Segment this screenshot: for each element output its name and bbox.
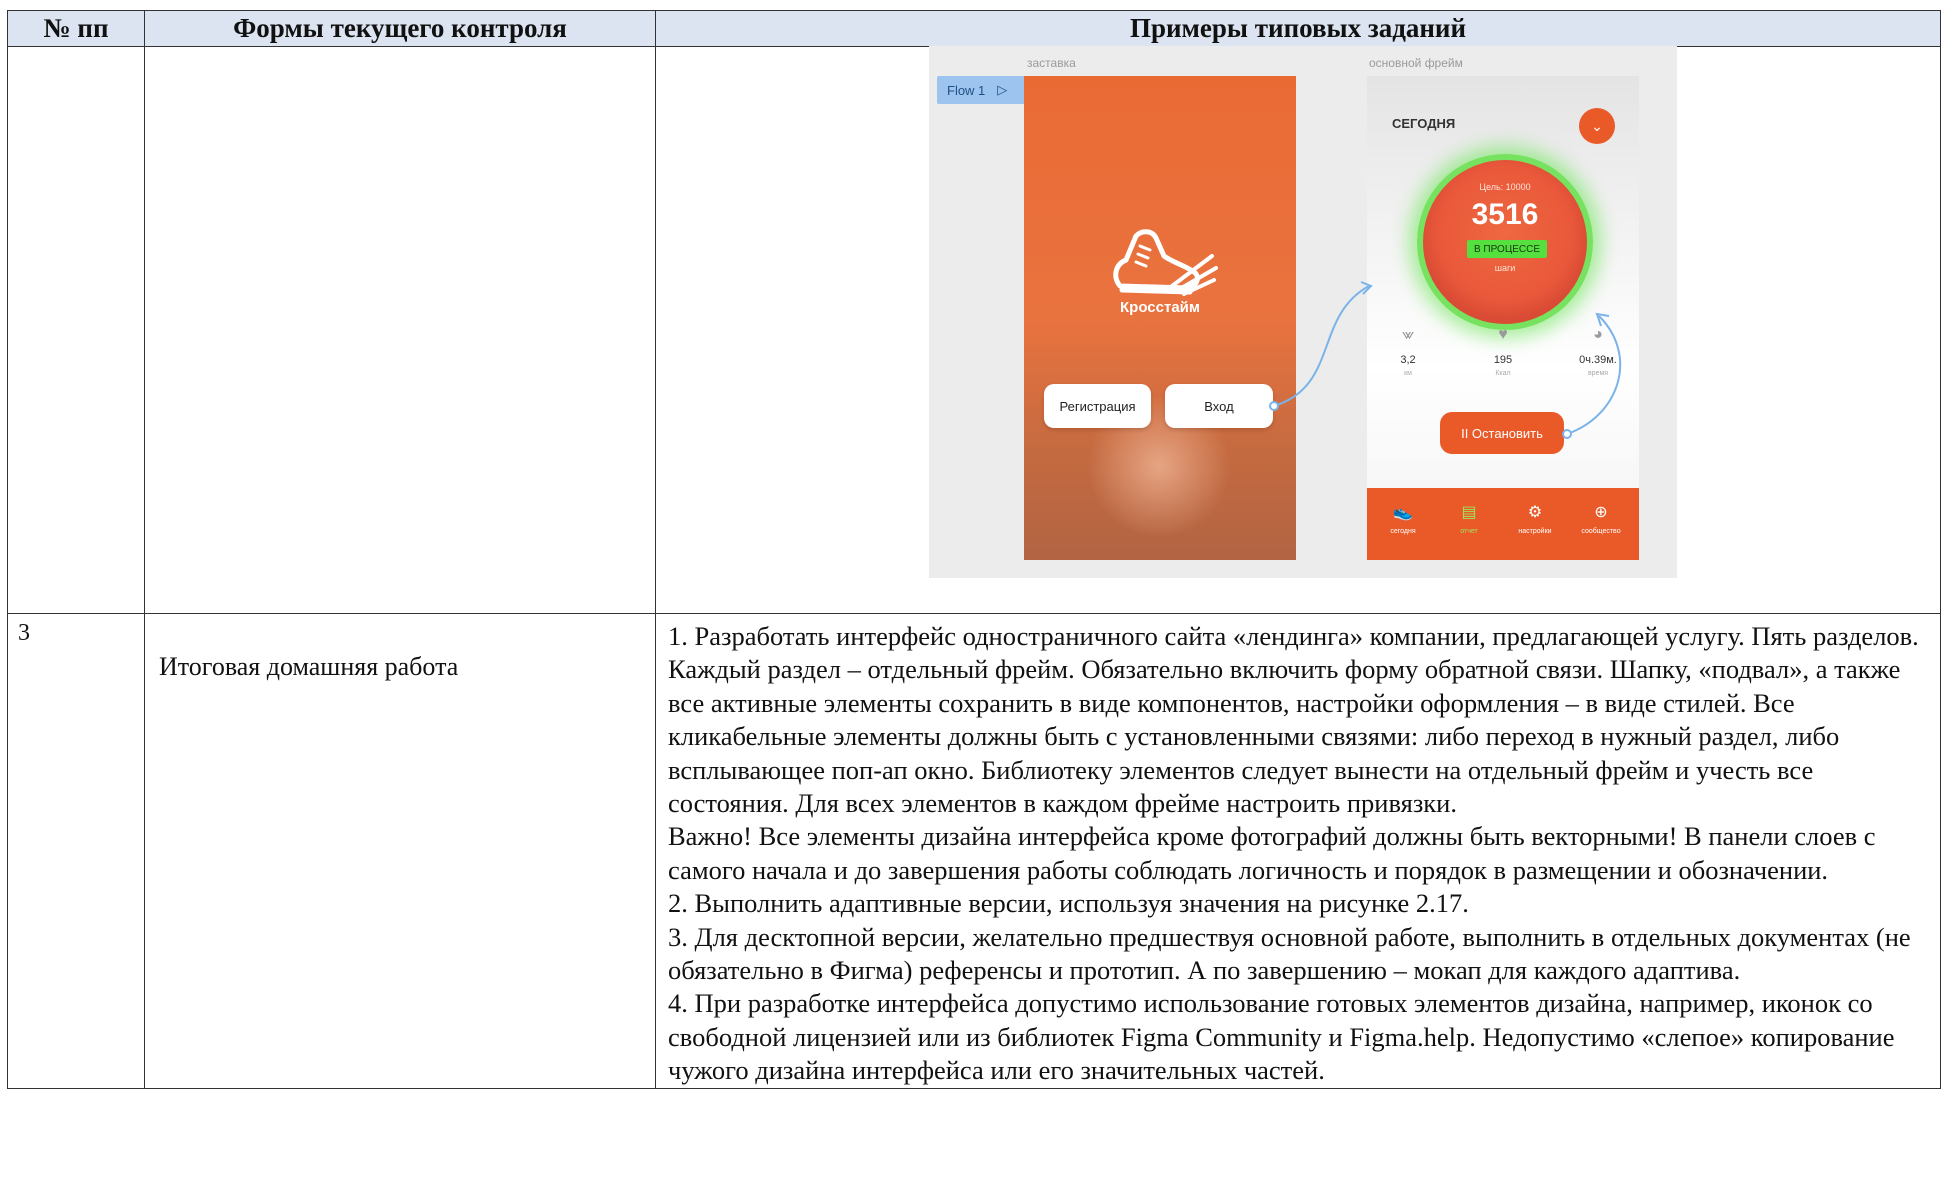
table-header-row: № пп Формы текущего контроля Примеры тип… <box>7 10 1941 47</box>
header-control-form: Формы текущего контроля <box>144 10 656 47</box>
task-item: 4. При разработке интерфейса допустимо и… <box>668 988 1895 1086</box>
control-form: Итоговая домашняя работа <box>144 613 656 1089</box>
row-number: 3 <box>7 613 145 1089</box>
task-item: 2. Выполнить адаптивные версии, использу… <box>668 888 1469 919</box>
figma-prototype-image: заставка основной фрейм Flow 1 ▷ Кросста… <box>929 46 1677 578</box>
table-row: 3 Итоговая домашняя работа 1. Разработат… <box>7 613 1941 1089</box>
cell-form-empty <box>144 46 656 614</box>
header-number: № пп <box>7 10 145 47</box>
prototype-link-arrows <box>1269 281 1622 439</box>
cell-number-empty <box>7 46 145 614</box>
task-item: 3. Для десктопной версии, желательно пре… <box>668 921 1911 986</box>
task-description: 1. Разработать интерфейс одностраничного… <box>655 613 1941 1089</box>
header-task-examples: Примеры типовых заданий <box>655 10 1941 47</box>
task-note: Важно! Все элементы дизайна интерфейса к… <box>668 821 1876 885</box>
task-item: 1. Разработать интерфейс одностраничного… <box>668 621 1919 819</box>
